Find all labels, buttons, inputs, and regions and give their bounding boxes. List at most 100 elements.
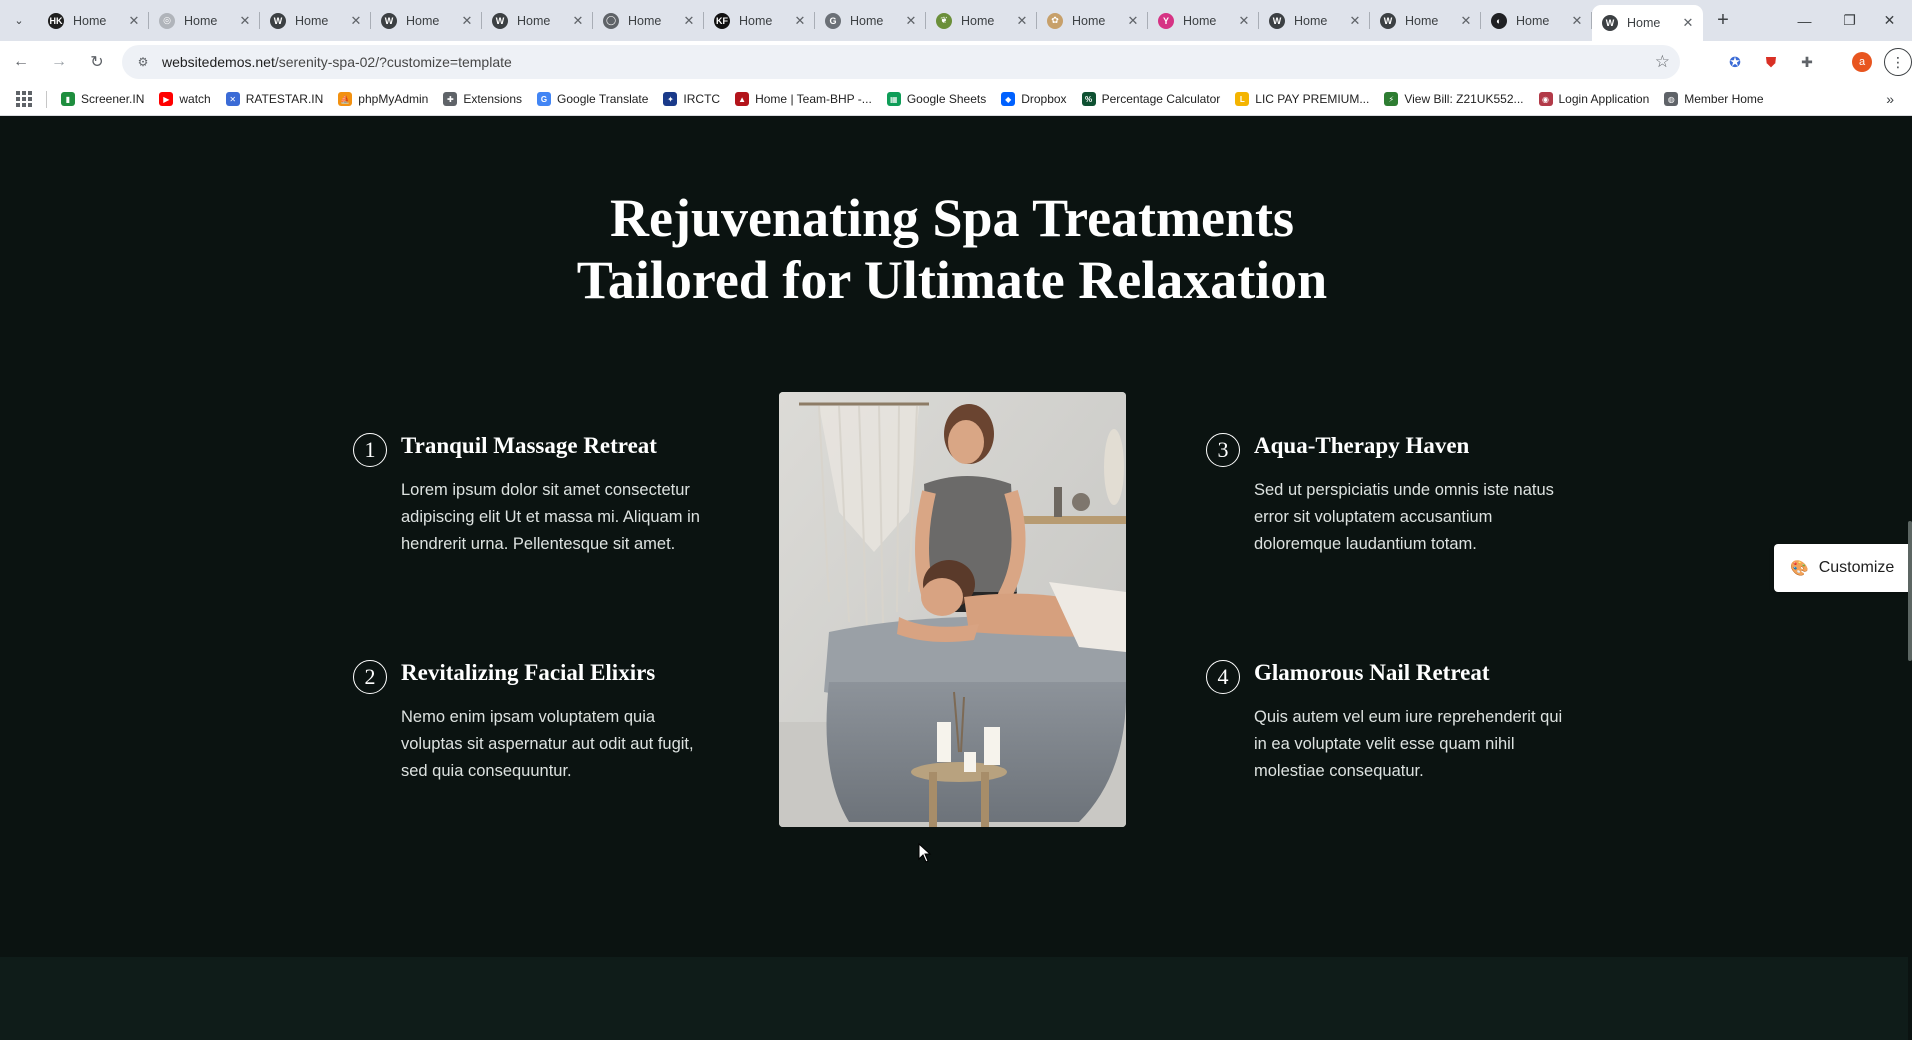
bookmark-item[interactable]: ✚ Extensions: [443, 92, 522, 106]
youtube-icon: ▶: [159, 92, 174, 106]
tab[interactable]: HK Home ✕: [38, 0, 149, 41]
tab[interactable]: W Home ✕: [371, 0, 482, 41]
bookmarks-overflow-icon[interactable]: »: [1886, 91, 1894, 107]
tab-title: Home: [961, 13, 995, 28]
kf-icon: KF: [714, 12, 730, 29]
bookmark-label: RATESTAR.IN: [245, 92, 324, 106]
restore-icon[interactable]: ❐: [1827, 0, 1872, 41]
browser-menu-icon[interactable]: ⋮: [1884, 48, 1912, 76]
tab[interactable]: ◐ Home ✕: [1481, 0, 1592, 41]
tab-title: Home: [628, 13, 662, 28]
tab-title: Home: [1183, 13, 1217, 28]
feature-description: Lorem ipsum dolor sit amet consectetur a…: [401, 481, 700, 553]
customize-button[interactable]: 🎨 Customize: [1774, 544, 1908, 592]
tab[interactable]: ◯ Home ✕: [593, 0, 704, 41]
tab-close-icon[interactable]: ✕: [1348, 13, 1362, 29]
bookmark-item[interactable]: ▲ Home | Team-BHP -...: [735, 92, 872, 106]
bookmark-label: Home | Team-BHP -...: [755, 92, 872, 106]
bookmark-item[interactable]: ⛵ phpMyAdmin: [338, 92, 428, 106]
leaf-icon: ❦: [936, 12, 952, 29]
heading-line-1: Rejuvenating Spa Treatments: [609, 188, 1295, 248]
tab[interactable]: ✿ Home ✕: [1037, 0, 1148, 41]
bookmark-item[interactable]: ✦ IRCTC: [663, 92, 720, 106]
reload-icon[interactable]: ↻: [80, 45, 114, 79]
bookmark-item[interactable]: ▦ Google Sheets: [886, 92, 986, 106]
tab-search-icon[interactable]: ⌄: [0, 0, 38, 41]
tab-close-icon[interactable]: ✕: [1459, 13, 1473, 29]
feature-title: Tranquil Massage Retreat: [401, 433, 657, 458]
tab-close-icon[interactable]: ✕: [904, 13, 918, 29]
tab[interactable]: KF Home ✕: [704, 0, 815, 41]
butterfly-icon: Y: [1158, 12, 1174, 29]
tab[interactable]: W Home ✕: [260, 0, 371, 41]
wordpress-icon: W: [381, 12, 397, 29]
tab[interactable]: ❦ Home ✕: [926, 0, 1037, 41]
new-tab-button[interactable]: +: [1703, 0, 1743, 41]
tab[interactable]: W Home ✕: [482, 0, 593, 41]
tab-close-icon[interactable]: ✕: [238, 13, 252, 29]
bookmark-label: Dropbox: [1021, 92, 1067, 106]
bookmark-item[interactable]: L LIC PAY PREMIUM...: [1235, 92, 1369, 106]
tab[interactable]: W Home ✕: [1259, 0, 1370, 41]
tab-close-icon[interactable]: ✕: [349, 13, 363, 29]
tab-close-icon[interactable]: ✕: [1681, 15, 1695, 31]
tab-close-icon[interactable]: ✕: [1126, 13, 1140, 29]
bookmark-label: Google Translate: [557, 92, 649, 106]
bookmark-item[interactable]: ⚡ View Bill: Z21UK552...: [1384, 92, 1524, 106]
tab-strip: ⌄ HK Home ✕ ◎ Home ✕ W Home ✕ W Home ✕ W Home ✕ ◯ Home ✕ K…: [0, 0, 1912, 41]
bookmark-label: phpMyAdmin: [358, 92, 429, 106]
tab[interactable]: W Home ✕: [1370, 0, 1481, 41]
tab-close-icon[interactable]: ✕: [460, 13, 474, 29]
bookmark-item[interactable]: ▶ watch: [159, 92, 211, 106]
scrollbar-thumb[interactable]: [1908, 521, 1912, 661]
bookmark-item[interactable]: ◍ Member Home: [1664, 92, 1764, 106]
tab-close-icon[interactable]: ✕: [1570, 13, 1584, 29]
extension-shield-icon[interactable]: ⛊: [1758, 49, 1784, 75]
bookmark-list: ▮ Screener.IN ▶ watch ✕ RATESTAR.IN ⛵ phpMyAdmi…: [61, 92, 1779, 106]
bookmark-item[interactable]: G Google Translate: [537, 92, 648, 106]
back-icon[interactable]: ←: [4, 45, 38, 79]
tab[interactable]: G Home ✕: [815, 0, 926, 41]
tab-title: Home: [406, 13, 440, 28]
tab[interactable]: ◎ Home ✕: [149, 0, 260, 41]
page-viewport: Rejuvenating Spa Treatments Tailored for…: [0, 117, 1908, 1040]
address-bar[interactable]: ⚙ websitedemos.net/serenity-spa-02/?cust…: [122, 45, 1680, 79]
tab-close-icon[interactable]: ✕: [793, 13, 807, 29]
bookmark-item[interactable]: ◆ Dropbox: [1001, 92, 1067, 106]
tab-close-icon[interactable]: ✕: [1237, 13, 1251, 29]
next-section-band: [0, 957, 1908, 1040]
forward-icon[interactable]: →: [42, 45, 76, 79]
bookmark-item[interactable]: ◉ Login Application: [1538, 92, 1649, 106]
extensions-puzzle-icon[interactable]: ✚: [1794, 49, 1820, 75]
tab-active[interactable]: W Home ✕: [1592, 5, 1703, 41]
tab-close-icon[interactable]: ✕: [1015, 13, 1029, 29]
bookmark-item[interactable]: ▮ Screener.IN: [61, 92, 144, 106]
tab-title: Home: [184, 13, 218, 28]
tab[interactable]: Y Home ✕: [1148, 0, 1259, 41]
bookmark-label: Screener.IN: [81, 92, 145, 106]
browser-toolbar: ← → ↻ ⚙ websitedemos.net/serenity-spa-02…: [0, 41, 1912, 83]
url-text[interactable]: websitedemos.net/serenity-spa-02/?custom…: [162, 54, 512, 70]
extension-globe-icon[interactable]: ✪: [1722, 49, 1748, 75]
tab-close-icon[interactable]: ✕: [571, 13, 585, 29]
tab-close-icon[interactable]: ✕: [127, 13, 141, 29]
tab-close-icon[interactable]: ✕: [682, 13, 696, 29]
login-icon: ◉: [1538, 92, 1553, 106]
apps-grid-icon[interactable]: [16, 91, 32, 107]
bookmark-item[interactable]: ✕ RATESTAR.IN: [225, 92, 324, 106]
bookmark-star-icon[interactable]: ☆: [1655, 52, 1670, 72]
teambhp-icon: ▲: [735, 92, 750, 106]
sheets-icon: ▦: [886, 92, 901, 106]
bookmark-item[interactable]: % Percentage Calculator: [1081, 92, 1220, 106]
profile-avatar[interactable]: a: [1849, 49, 1875, 75]
spa-massage-photo: [779, 392, 1126, 827]
feature-title: Glamorous Nail Retreat: [1254, 660, 1490, 685]
wordpress-icon: W: [492, 12, 508, 29]
percent-icon: %: [1081, 92, 1096, 106]
minimize-icon[interactable]: —: [1782, 0, 1827, 41]
site-info-icon[interactable]: ⚙: [128, 55, 158, 69]
feature-title: Revitalizing Facial Elixirs: [401, 660, 656, 685]
close-window-icon[interactable]: ✕: [1867, 0, 1912, 41]
tab-title: Home: [517, 13, 551, 28]
page-scrollbar[interactable]: [1908, 117, 1912, 1040]
